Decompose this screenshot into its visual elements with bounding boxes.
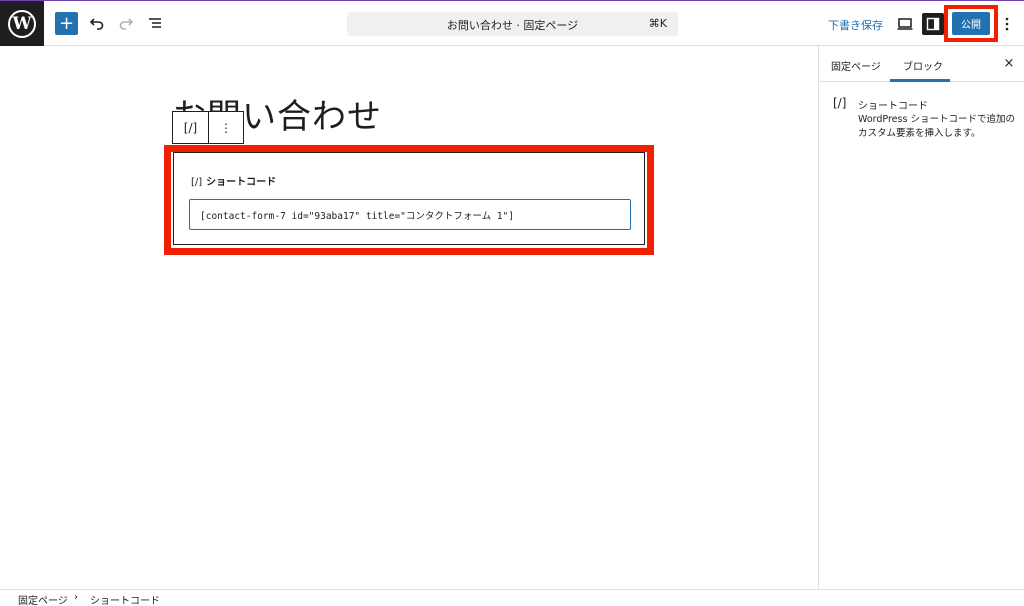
wordpress-logo-icon: W (8, 10, 36, 38)
options-menu-button[interactable] (1001, 13, 1013, 35)
undo-button[interactable] (86, 12, 108, 34)
preview-button[interactable] (893, 13, 917, 35)
redo-icon (119, 18, 134, 30)
shortcode-icon: [/] (191, 177, 203, 188)
tab-page[interactable]: 固定ページ (831, 58, 881, 73)
active-tab-indicator (890, 79, 950, 82)
wordpress-logo-button[interactable]: W (0, 1, 44, 47)
redo-button[interactable] (115, 12, 137, 34)
tab-block[interactable]: ブロック (903, 58, 943, 73)
save-draft-button[interactable]: 下書き保存 (828, 17, 883, 33)
shortcode-block-label: [/] ショートコード (191, 173, 276, 188)
block-breadcrumb: 固定ページ › ショートコード (0, 589, 1024, 606)
undo-icon (89, 18, 104, 30)
document-overview-button[interactable] (144, 12, 166, 34)
command-palette-bar[interactable]: お問い合わせ · 固定ページ ⌘K (347, 12, 678, 36)
document-title: お問い合わせ · 固定ページ (446, 19, 579, 32)
plus-icon: + (58, 12, 75, 34)
breadcrumb-item-page[interactable]: 固定ページ (18, 592, 68, 606)
editor-header: W + お問い合わせ · 固定ページ ⌘K 下書き保存 公開 (0, 0, 1024, 47)
block-type-button[interactable]: [/] (173, 112, 208, 143)
shortcode-label-text: ショートコード (206, 177, 277, 188)
shortcode-block[interactable]: [/] ショートコード [contact-form-7 id="93aba17" … (173, 152, 645, 245)
add-block-button[interactable]: + (55, 12, 78, 35)
editor-canvas: お問い合わせ [/] ⋮ [/] ショートコード [contact-form-7 … (0, 46, 818, 589)
desktop-icon (897, 18, 913, 30)
breadcrumb-item-shortcode[interactable]: ショートコード (90, 592, 160, 606)
more-vertical-icon (1005, 17, 1009, 31)
sidebar-icon (926, 17, 940, 31)
block-editor-app: W + お問い合わせ · 固定ページ ⌘K 下書き保存 公開 お問い合わせ [/… (0, 0, 1024, 606)
close-sidebar-button[interactable]: × (1001, 55, 1017, 71)
block-card-description: WordPress ショートコードで追加のカスタム要素を挿入します。 (858, 114, 1015, 139)
block-options-button[interactable]: ⋮ (207, 112, 243, 143)
settings-toggle-button[interactable] (922, 13, 944, 35)
command-shortcut: ⌘K (648, 17, 667, 30)
shortcode-input[interactable]: [contact-form-7 id="93aba17" title="コンタク… (189, 199, 631, 230)
breadcrumb-separator: › (74, 592, 78, 603)
block-card-title: ショートコード (858, 101, 928, 112)
shortcode-block-icon: [/] (833, 96, 847, 110)
list-view-icon (149, 18, 161, 28)
block-toolbar: [/] ⋮ (172, 111, 244, 144)
sidebar-tabs: 固定ページ ブロック × (819, 46, 1024, 82)
publish-button[interactable]: 公開 (952, 12, 990, 35)
close-icon: × (1003, 55, 1015, 71)
settings-sidebar: 固定ページ ブロック × [/] ショートコード WordPress ショートコ… (818, 46, 1024, 589)
